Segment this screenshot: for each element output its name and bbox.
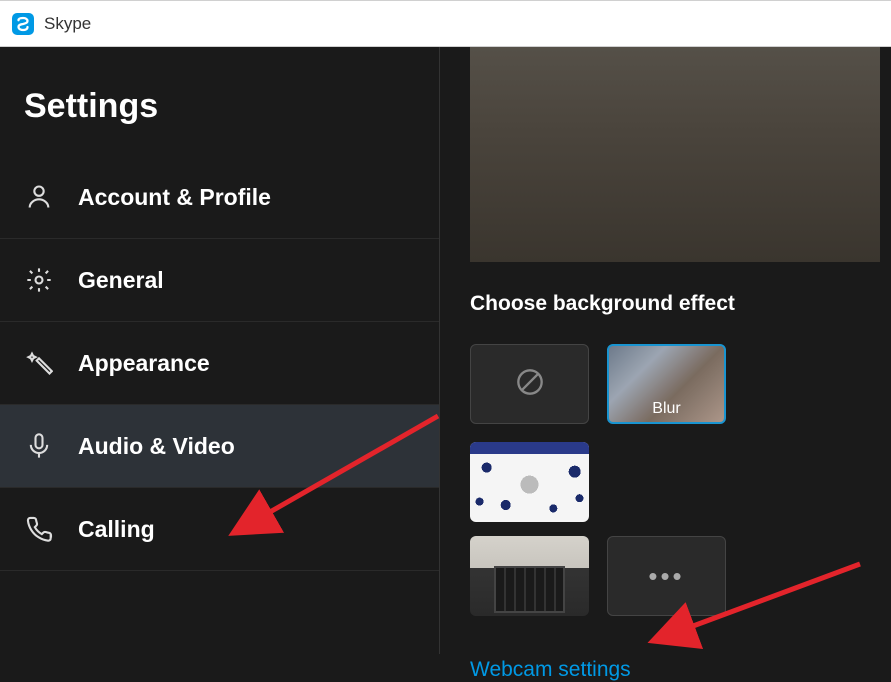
blur-label: Blur xyxy=(609,396,724,422)
sidebar-item-label: Appearance xyxy=(78,350,210,377)
person-icon xyxy=(24,182,54,212)
background-effect-room[interactable] xyxy=(470,536,589,616)
gear-icon xyxy=(24,265,54,295)
background-effect-blur[interactable]: Blur xyxy=(607,344,726,424)
phone-icon xyxy=(24,514,54,544)
sidebar-item-appearance[interactable]: Appearance xyxy=(0,322,439,405)
background-effect-section: Choose background effect Blur xyxy=(440,262,891,682)
sidebar-item-label: General xyxy=(78,267,164,294)
settings-header: Settings xyxy=(0,47,439,156)
content-panel: Choose background effect Blur xyxy=(440,47,891,654)
sidebar-item-audio-video[interactable]: Audio & Video xyxy=(0,405,439,488)
background-effect-thumbnails-row2: ••• xyxy=(470,536,861,616)
none-icon xyxy=(516,368,544,401)
microphone-icon xyxy=(24,431,54,461)
background-effect-none[interactable] xyxy=(470,344,589,424)
sidebar-item-label: Calling xyxy=(78,516,155,543)
titlebar: Skype xyxy=(0,0,891,47)
main-container: Settings Account & Profile General Appea… xyxy=(0,47,891,654)
titlebar-app-name: Skype xyxy=(44,14,91,34)
more-icon: ••• xyxy=(648,561,684,592)
sidebar-item-general[interactable]: General xyxy=(0,239,439,322)
webcam-settings-link[interactable]: Webcam settings xyxy=(470,658,631,682)
pattern-thumb-art xyxy=(470,442,589,522)
room-thumb-art xyxy=(494,566,565,612)
sidebar-item-label: Account & Profile xyxy=(78,184,271,211)
sidebar-item-calling[interactable]: Calling xyxy=(0,488,439,571)
video-preview xyxy=(470,47,880,262)
wand-icon xyxy=(24,348,54,378)
settings-title: Settings xyxy=(24,87,415,126)
settings-sidebar: Settings Account & Profile General Appea… xyxy=(0,47,440,654)
background-effect-more[interactable]: ••• xyxy=(607,536,726,616)
sidebar-item-account-profile[interactable]: Account & Profile xyxy=(0,156,439,239)
background-effect-pattern[interactable] xyxy=(470,442,589,522)
background-effect-title: Choose background effect xyxy=(470,292,861,316)
skype-logo-icon xyxy=(12,13,34,35)
background-effect-thumbnails: Blur xyxy=(470,344,861,522)
sidebar-item-label: Audio & Video xyxy=(78,433,235,460)
